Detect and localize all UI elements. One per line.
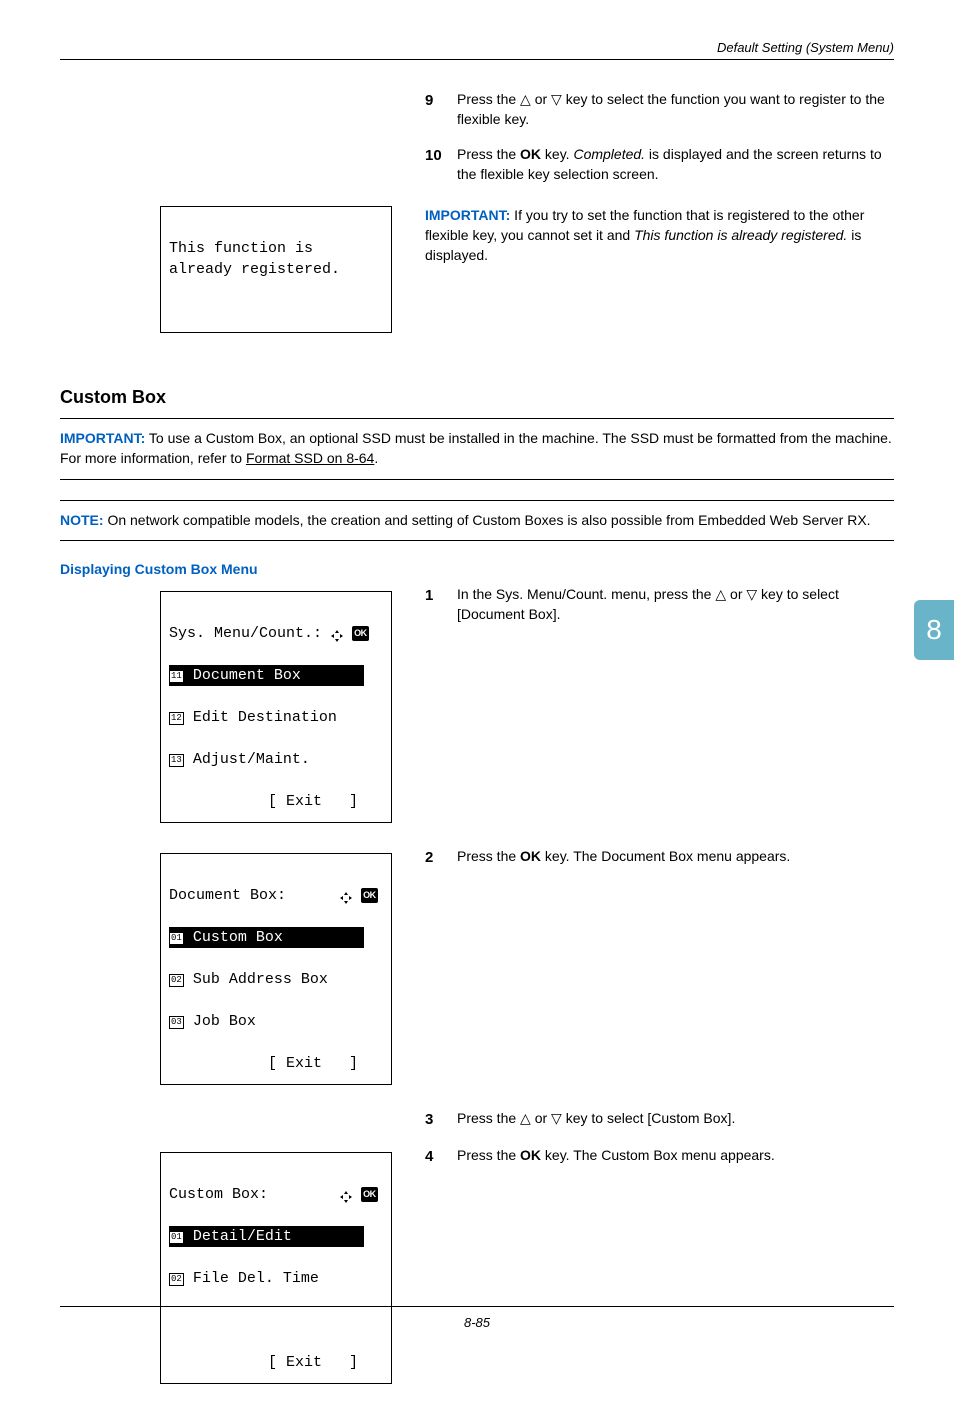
lcd-item: Sub Address Box: [184, 971, 328, 988]
down-key: ▽: [551, 1110, 562, 1126]
step-1: 1 In the Sys. Menu/Count. menu, press th…: [425, 585, 894, 624]
step-text: Press the OK key. Completed. is displaye…: [457, 145, 894, 184]
step-number: 4: [425, 1146, 445, 1167]
step-10: 10 Press the OK key. Completed. is displ…: [425, 145, 894, 184]
step-number: 3: [425, 1109, 445, 1130]
page-number: 8-85: [464, 1315, 490, 1330]
step-text: Press the △ or ▽ key to select [Custom B…: [457, 1109, 735, 1130]
lcd-selected: Custom Box: [184, 929, 283, 946]
steps-lower: 3 Press the △ or ▽ key to select [Custom…: [425, 1109, 894, 1130]
lcd-title: Custom Box:: [169, 1186, 268, 1203]
step-3: 3 Press the △ or ▽ key to select [Custom…: [425, 1109, 894, 1130]
step-text: Press the OK key. The Document Box menu …: [457, 847, 790, 868]
step-number: 9: [425, 90, 445, 129]
ok-icon: OK: [361, 1187, 378, 1202]
step-2: 2 Press the OK key. The Document Box men…: [425, 847, 894, 868]
note-label: NOTE:: [60, 512, 104, 528]
down-key: ▽: [746, 586, 757, 602]
lcd-exit: [ Exit ]: [268, 1055, 358, 1072]
lcd-line: This function is: [169, 238, 383, 259]
note-box: NOTE: On network compatible models, the …: [60, 500, 894, 542]
lcd-error-panel: This function isalready registered.: [160, 206, 392, 333]
up-key: △: [520, 1110, 531, 1126]
important-label: IMPORTANT:: [425, 207, 510, 223]
important-box: IMPORTANT: To use a Custom Box, an optio…: [60, 418, 894, 479]
lcd-item: File Del. Time: [184, 1270, 319, 1287]
up-key: △: [520, 91, 531, 107]
page-header: Default Setting (System Menu): [60, 40, 894, 60]
important-link[interactable]: Format SSD on 8-64: [246, 450, 374, 466]
lcd-sys-menu: Sys. Menu/Count.: OK 11 Document Box 12 …: [160, 591, 392, 823]
step-text: In the Sys. Menu/Count. menu, press the …: [457, 585, 894, 624]
subheading: Displaying Custom Box Menu: [60, 561, 894, 577]
header-title: Default Setting (System Menu): [717, 40, 894, 55]
chapter-number: 8: [926, 614, 942, 646]
nav-arrows-icon: [340, 892, 352, 904]
note-text: On network compatible models, the creati…: [104, 512, 871, 528]
page-footer: 8-85: [60, 1306, 894, 1330]
ok-icon: OK: [361, 888, 378, 903]
down-key: ▽: [551, 91, 562, 107]
important-text: To use a Custom Box, an optional SSD mus…: [60, 430, 892, 466]
important-italic: This function is already registered.: [634, 227, 847, 243]
lcd-item: Job Box: [184, 1013, 256, 1030]
lcd-custom-box: Custom Box: OK 01 Detail/Edit 02 File De…: [160, 1152, 392, 1384]
ok-icon: OK: [352, 626, 369, 641]
step-number: 10: [425, 145, 445, 184]
nav-arrows-icon: [331, 630, 343, 642]
step-4: 4 Press the OK key. The Custom Box menu …: [425, 1146, 894, 1167]
chapter-tab[interactable]: 8: [914, 600, 954, 660]
lcd-exit: [ Exit ]: [268, 1354, 358, 1371]
step-text: Press the OK key. The Custom Box menu ap…: [457, 1146, 775, 1167]
section-heading: Custom Box: [60, 387, 894, 408]
step-number: 2: [425, 847, 445, 868]
step-9: 9 Press the △ or ▽ key to select the fun…: [425, 90, 894, 129]
steps-lower: 2 Press the OK key. The Document Box men…: [425, 847, 894, 868]
steps-lower: 4 Press the OK key. The Custom Box menu …: [425, 1146, 894, 1167]
lcd-exit: [ Exit ]: [268, 793, 358, 810]
lcd-title: Sys. Menu/Count.:: [169, 625, 322, 642]
lcd-item: Edit Destination: [184, 709, 337, 726]
lcd-selected: Detail/Edit: [184, 1228, 292, 1245]
step-text: Press the △ or ▽ key to select the funct…: [457, 90, 894, 129]
lcd-document-box: Document Box: OK 01 Custom Box 02 Sub Ad…: [160, 853, 392, 1085]
nav-arrows-icon: [340, 1191, 352, 1203]
important-label: IMPORTANT:: [60, 430, 145, 446]
lcd-title: Document Box:: [169, 887, 286, 904]
up-key: △: [715, 586, 726, 602]
steps-lower: 1 In the Sys. Menu/Count. menu, press th…: [425, 585, 894, 624]
lcd-item: Adjust/Maint.: [184, 751, 310, 768]
lcd-line: already registered.: [169, 259, 383, 280]
steps-upper: 9 Press the △ or ▽ key to select the fun…: [425, 90, 894, 184]
lcd-selected: Document Box: [184, 667, 301, 684]
important-text: .: [374, 450, 378, 466]
step-number: 1: [425, 585, 445, 624]
